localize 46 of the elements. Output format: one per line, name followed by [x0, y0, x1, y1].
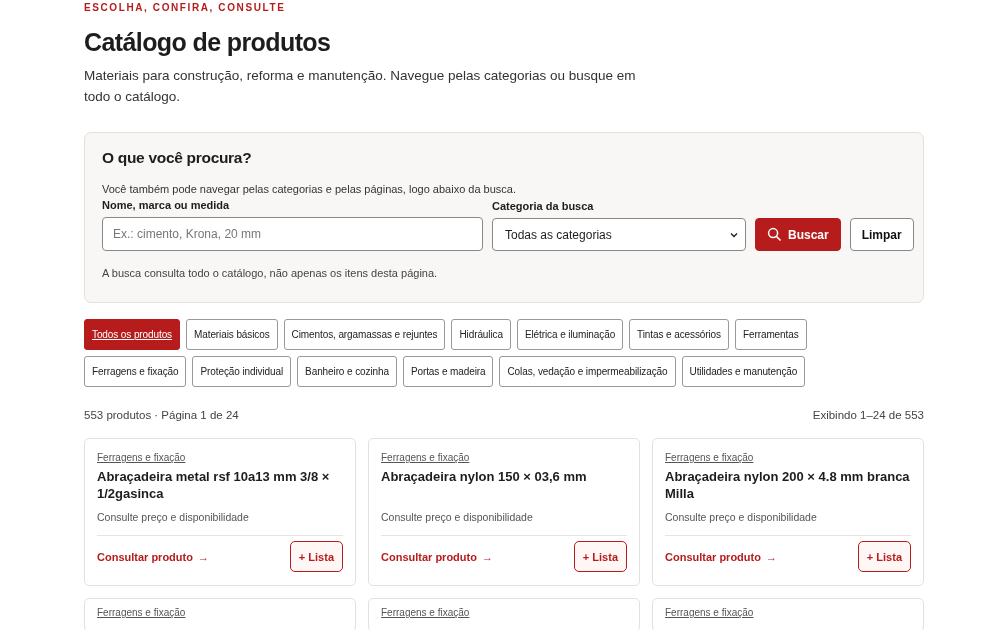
- category-chip[interactable]: Proteção individual: [192, 356, 292, 387]
- search-hint: Você também pode navegar pelas categorias e pelas páginas, logo abaixo da busca.: [102, 183, 517, 195]
- category-chip[interactable]: Hidráulica: [451, 319, 511, 350]
- add-to-list-button[interactable]: + Lista: [573, 541, 627, 572]
- category-chip[interactable]: Elétrica e iluminação: [516, 319, 624, 350]
- field-label: Nome, marca ou medida: [102, 199, 231, 211]
- product-name: Abraçadeira metal rsf 10a13 mm 3/8 × 1/2gasinca: [97, 468, 331, 502]
- results-count: 553 produtos · Página 1 de 24: [84, 409, 239, 421]
- category-link[interactable]: Ferragens e fixação: [97, 452, 186, 463]
- page-description: Materiais para construção, reforma e manutenção. Navegue pelas categorias ou busque em todo o catálogo.: [84, 67, 637, 106]
- clear-button[interactable]: Limpar: [849, 218, 914, 251]
- search-icon: [767, 227, 782, 242]
- price-note: Consulte preço e disponibilidade: [97, 511, 250, 523]
- product-name: Abraçadeira nylon 150 × 03,6 mm: [381, 468, 588, 486]
- add-to-list-button[interactable]: + Lista: [289, 541, 343, 572]
- category-chip[interactable]: Tintas e acessórios: [629, 319, 729, 350]
- search-note: A busca consulta todo o catálogo, não apenas os itens desta página.: [102, 267, 439, 279]
- category-link[interactable]: Ferragens e fixação: [381, 607, 470, 618]
- category-link[interactable]: Ferragens e fixação: [665, 607, 754, 618]
- page-title: Catálogo de produtos: [84, 28, 332, 57]
- search-field[interactable]: Ex.: cimento, Krona, 20 mm: [102, 217, 483, 251]
- category-select[interactable]: Todas as categorias: [492, 218, 746, 251]
- category-chip[interactable]: Ferramentas: [735, 319, 807, 350]
- add-to-list-button[interactable]: + Lista: [857, 541, 911, 572]
- results-range: Exibindo 1–24 de 553: [812, 409, 924, 421]
- product-link[interactable]: Consultar produto →: [97, 550, 209, 563]
- field-label: Categoria da busca: [492, 200, 595, 212]
- eyebrow-text: ESCOLHA, CONFIRA, CONSULTE: [84, 2, 287, 13]
- category-chip[interactable]: Todos os produtos: [84, 319, 181, 350]
- product-link[interactable]: Consultar produto →: [381, 550, 493, 563]
- product-link[interactable]: Consultar produto →: [665, 550, 777, 563]
- category-link[interactable]: Ferragens e fixação: [665, 452, 754, 463]
- category-chip[interactable]: Banheiro e cozinha: [297, 356, 397, 387]
- search-button[interactable]: Buscar: [755, 218, 841, 251]
- category-link[interactable]: Ferragens e fixação: [97, 607, 186, 618]
- price-note: Consulte preço e disponibilidade: [381, 511, 534, 523]
- category-chip[interactable]: Portas e madeira: [402, 356, 494, 387]
- price-note: Consulte preço e disponibilidade: [665, 511, 818, 523]
- category-chip[interactable]: Ferragens e fixação: [84, 356, 187, 387]
- category-chip[interactable]: Colas, vedação e impermeabilização: [499, 356, 676, 387]
- product-name: Abraçadeira nylon 200 × 4.8 mm branca Milla: [665, 468, 911, 502]
- category-chip[interactable]: Cimentos, argamassas e rejuntes: [283, 319, 446, 350]
- category-chip[interactable]: Materiais básicos: [186, 319, 278, 350]
- search-title: O que você procura?: [102, 149, 253, 167]
- category-chip[interactable]: Utilidades e manutenção: [681, 356, 806, 387]
- category-link[interactable]: Ferragens e fixação: [381, 452, 470, 463]
